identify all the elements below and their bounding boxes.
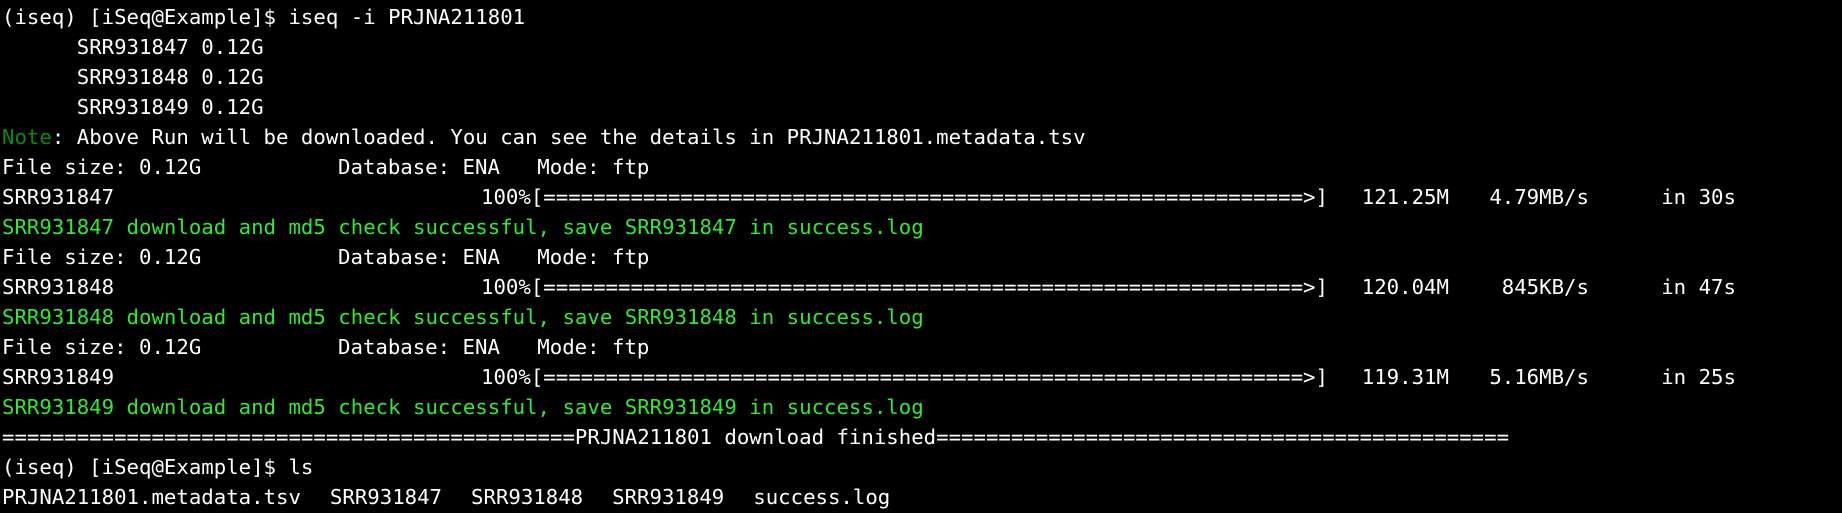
progress-percent: 100% [481,365,531,389]
shell-prompt: (iseq) [iSeq@Example]$ [2,455,289,479]
file-info-line: File size: 0.12G Database: ENA Mode: ftp [2,242,1842,272]
ls-file: SRR931847 [329,485,443,509]
download-time: in 30s [1661,185,1736,209]
ls-file: PRJNA211801.metadata.tsv [2,485,301,509]
progress-run-name: SRR931848 [2,275,115,299]
download-time: in 47s [1661,275,1736,299]
command-line: (iseq) [iSeq@Example]$ ls [2,452,1842,482]
note-text: : Above Run will be downloaded. You can … [51,125,1086,149]
progress-bar: [=======================================… [530,275,1328,299]
downloaded-size: 121.25M [1361,185,1449,209]
database-label: Database: ENA [338,245,500,269]
success-message: SRR931849 download and md5 check success… [2,395,924,419]
run-list-item: SRR931848 0.12G [2,62,1842,92]
success-message: SRR931848 download and md5 check success… [2,305,924,329]
progress-line: SRR931848 100%[==========================… [2,272,1842,302]
file-info-line: File size: 0.12G Database: ENA Mode: ftp [2,152,1842,182]
note-line: Note: Above Run will be downloaded. You … [2,122,1842,152]
ls-output: PRJNA211801.metadata.tsv SRR931847 SRR9318… [2,482,1842,512]
note-label: Note [2,125,52,149]
progress-bar: [=======================================… [530,365,1328,389]
file-size: File size: 0.12G [2,245,202,269]
progress-line: SRR931847 100%[==========================… [2,182,1842,212]
download-speed: 845KB/s [1501,275,1589,299]
command-text: iseq -i PRJNA211801 [288,5,526,29]
progress-run-name: SRR931847 [2,185,115,209]
run-label: SRR931849 0.12G [76,95,264,119]
command-line: (iseq) [iSeq@Example]$ iseq -i PRJNA2118… [2,2,1842,32]
mode-label: Mode: ftp [537,335,650,359]
finished-banner: ========================================… [2,425,1510,449]
download-speed: 5.16MB/s [1489,365,1589,389]
downloaded-size: 119.31M [1361,365,1449,389]
progress-percent: 100% [481,275,531,299]
ls-file: SRR931849 [612,485,725,509]
run-list-item: SRR931849 0.12G [2,92,1842,122]
progress-bar: [=======================================… [530,185,1328,209]
success-message: SRR931847 download and md5 check success… [2,215,924,239]
database-label: Database: ENA [338,335,500,359]
shell-prompt: (iseq) [iSeq@Example]$ [2,5,289,29]
ls-file: SRR931848 [471,485,584,509]
progress-run-name: SRR931849 [2,365,115,389]
progress-percent: 100% [481,185,531,209]
file-size: File size: 0.12G [2,155,202,179]
run-list-item: SRR931847 0.12G [2,32,1842,62]
mode-label: Mode: ftp [537,245,650,269]
download-speed: 4.79MB/s [1489,185,1589,209]
downloaded-size: 120.04M [1361,275,1449,299]
mode-label: Mode: ftp [537,155,650,179]
run-label: SRR931848 0.12G [76,65,264,89]
terminal-window[interactable]: (iseq) [iSeq@Example]$ iseq -i PRJNA2118… [0,0,1842,513]
file-size: File size: 0.12G [2,335,202,359]
ls-file: success.log [753,485,891,509]
run-label: SRR931847 0.12G [76,35,264,59]
command-text: ls [288,455,314,479]
file-info-line: File size: 0.12G Database: ENA Mode: ftp [2,332,1842,362]
progress-line: SRR931849 100%[==========================… [2,362,1842,392]
download-time: in 25s [1661,365,1736,389]
database-label: Database: ENA [338,155,500,179]
